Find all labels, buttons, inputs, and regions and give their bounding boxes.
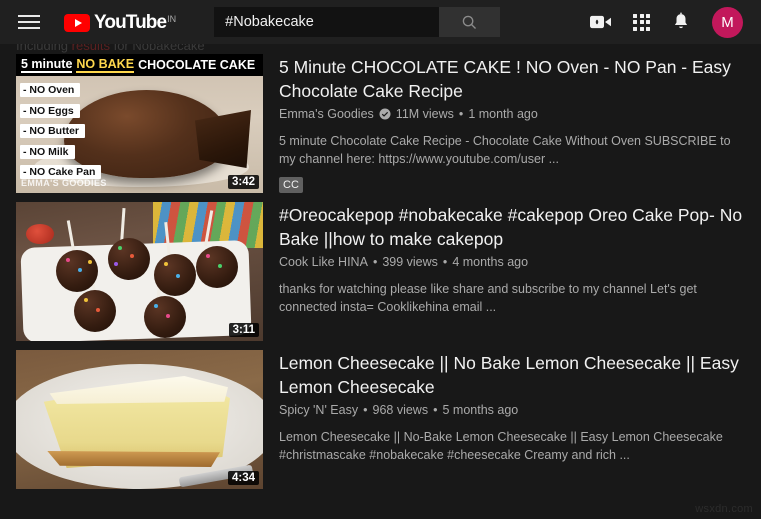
channel-name[interactable]: Cook Like HINA [279,253,368,271]
search-bar: #Nobakecake [214,7,501,37]
youtube-play-icon [64,13,90,32]
video-result-item[interactable]: 5 minute NO BAKE CHOCOLATE CAKE - NO Ove… [16,54,745,193]
notice-highlight: results [71,44,110,53]
results-list: 5 minute NO BAKE CHOCOLATE CAKE - NO Ove… [0,54,761,489]
thumbnail-feature-list: - NO Oven - NO Eggs - NO Butter - NO Mil… [20,80,102,183]
thumbnail-banner: 5 minute NO BAKE CHOCOLATE CAKE [16,54,263,76]
including-results-notice: Including results for Nobakecake [0,44,761,54]
thumb-banner-part2: NO BAKE [76,57,135,73]
thumb-banner-part3: CHOCOLATE CAKE [138,58,256,72]
search-icon [462,15,477,29]
thumb-list-item: - NO Cake Pan [20,165,102,179]
video-duration: 4:34 [227,471,259,485]
view-count: 968 views [372,403,429,417]
thumb-list-item: - NO Butter [20,124,85,138]
search-button[interactable] [439,7,501,37]
youtube-logo-text: YouTube [94,11,167,33]
thumb-list-item: - NO Milk [20,144,75,159]
avatar[interactable]: M [712,6,743,38]
hamburger-menu-icon[interactable] [18,9,44,35]
video-meta: #Oreocakepop #nobakecake #cakepop Oreo C… [279,202,745,341]
video-title[interactable]: 5 Minute CHOCOLATE CAKE ! NO Oven - NO P… [279,55,745,103]
search-results-page: Including results for Nobakecake 5 minut… [0,44,761,519]
verified-badge-icon [379,108,391,120]
video-meta: Lemon Cheesecake || No Bake Lemon Cheese… [279,350,745,489]
search-input-value: #Nobakecake [225,14,314,30]
view-count: 11M views [395,107,454,121]
channel-watermark: EMMA'S GOODIES [21,178,107,188]
youtube-country-code: IN [167,13,177,24]
thumb-banner-part1: 5 minute [21,57,73,73]
notice-prefix: Including [16,44,69,53]
video-thumbnail[interactable]: 4:34 [16,350,263,489]
search-input[interactable]: #Nobakecake [214,7,440,37]
video-byline: Spicy 'N' Easy • 968 views • 5 months ag… [279,401,745,419]
thumb-list-item: - NO Eggs [20,103,80,118]
video-title[interactable]: #Oreocakepop #nobakecake #cakepop Oreo C… [279,203,745,251]
meta-separator: • [433,403,438,417]
youtube-header: YouTube IN #Nobakecake M [0,0,761,44]
view-count: 399 views [382,255,438,269]
channel-name[interactable]: Emma's Goodies [279,105,374,123]
meta-separator: • [363,403,368,417]
cc-badge: CC [279,177,303,193]
video-title[interactable]: Lemon Cheesecake || No Bake Lemon Cheese… [279,351,745,399]
notification-bell-icon[interactable] [672,12,690,32]
upload-age: 5 months ago [442,403,519,417]
video-description: Lemon Cheesecake || No-Bake Lemon Cheese… [279,430,723,462]
channel-name[interactable]: Spicy 'N' Easy [279,401,358,419]
page-watermark: wsxdn.com [695,503,753,515]
hamburger-line [18,21,40,23]
video-duration: 3:11 [228,323,259,337]
apps-grid-icon[interactable] [633,13,650,31]
video-badges: CC [279,175,745,193]
video-byline: Emma's Goodies 11M views • 1 month ago [279,105,745,123]
video-result-item[interactable]: 4:34 Lemon Cheesecake || No Bake Lemon C… [16,350,745,489]
header-actions: M [590,6,749,38]
video-byline: Cook Like HINA • 399 views • 4 months ag… [279,253,745,271]
video-duration: 3:42 [227,175,259,189]
thumb-list-item: - NO Oven [20,83,81,97]
meta-separator: • [458,107,464,121]
meta-separator: • [372,255,378,269]
hamburger-line [18,15,40,17]
video-description: 5 minute Chocolate Cake Recipe - Chocola… [279,134,731,166]
video-meta: 5 Minute CHOCOLATE CAKE ! NO Oven - NO P… [279,54,745,193]
video-thumbnail[interactable]: 3:11 [16,202,263,341]
upload-age: 1 month ago [468,107,538,121]
youtube-logo[interactable]: YouTube IN [64,13,176,32]
video-description: thanks for watching please like share an… [279,282,697,314]
hamburger-line [18,27,40,29]
notice-suffix: for Nobakecake [113,44,205,53]
video-result-item[interactable]: 3:11 #Oreocakepop #nobakecake #cakepop O… [16,202,745,341]
video-thumbnail[interactable]: 5 minute NO BAKE CHOCOLATE CAKE - NO Ove… [16,54,263,193]
create-video-icon[interactable] [590,14,611,30]
meta-separator: • [442,255,448,269]
upload-age: 4 months ago [452,255,529,269]
